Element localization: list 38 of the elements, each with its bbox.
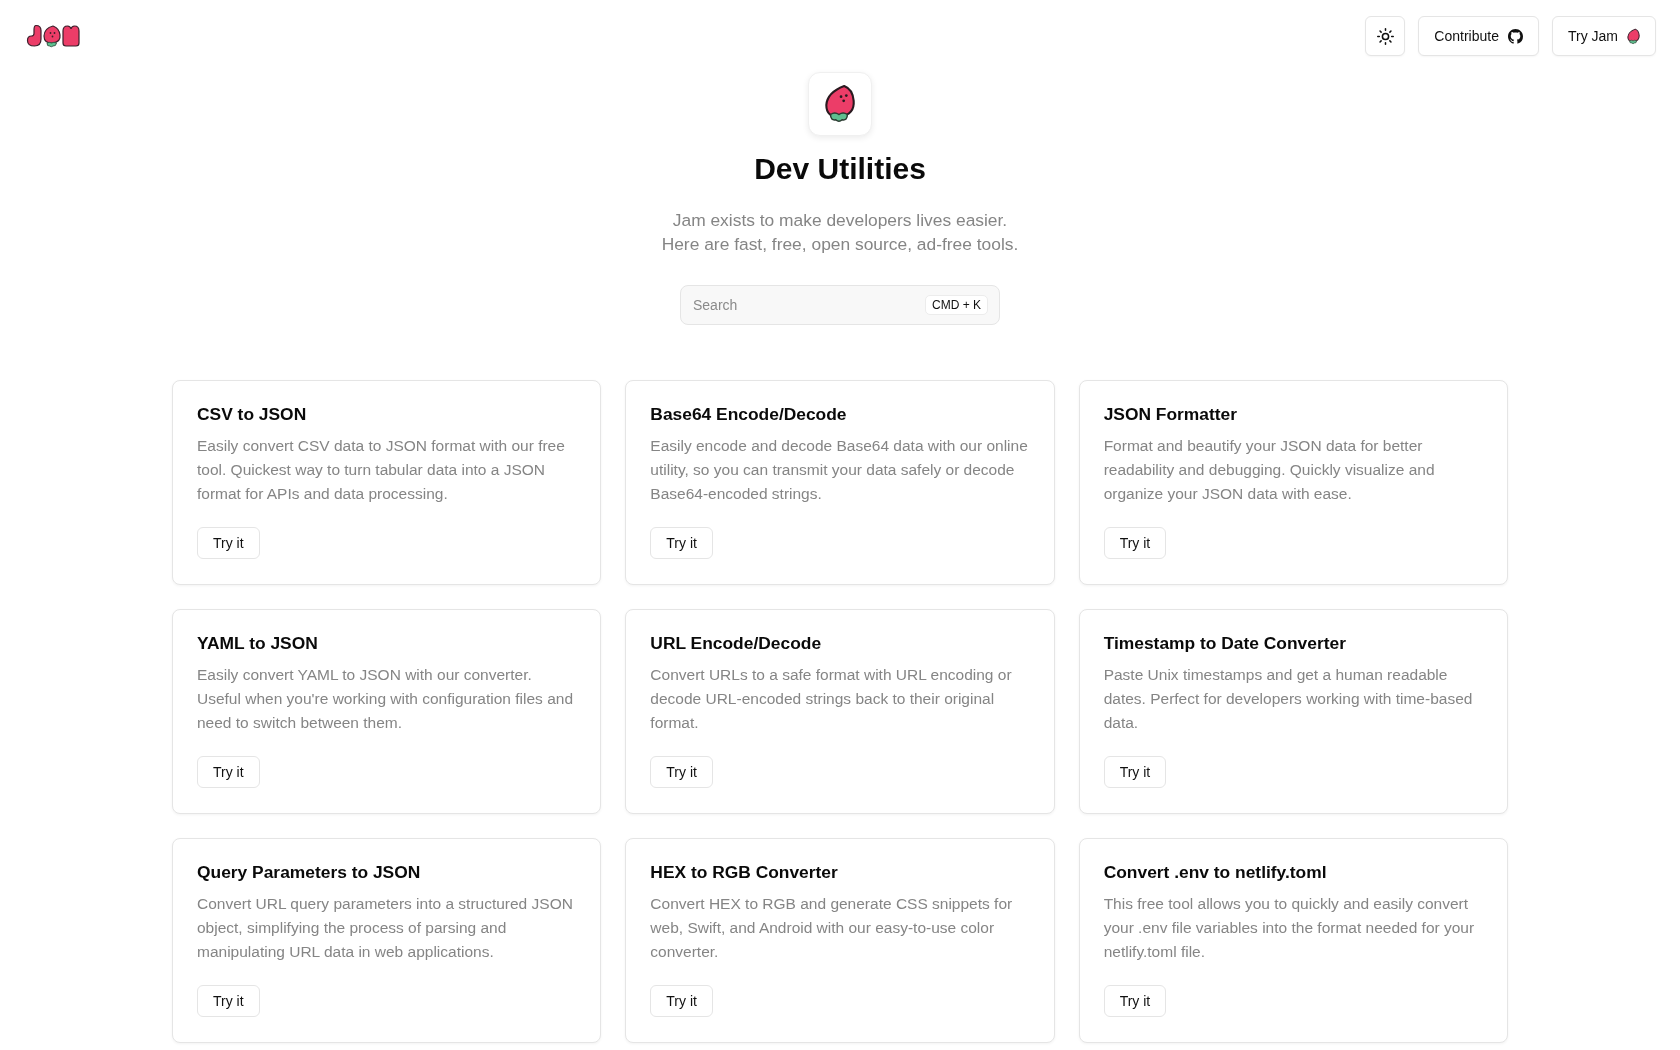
card-description: Convert URL query parameters into a structured JSON object, simplifying the process of parsing and manipulating URL data in web applications.	[197, 894, 574, 962]
try-it-button[interactable]: Try it	[650, 756, 713, 788]
try-it-button[interactable]: Try it	[650, 985, 713, 1017]
try-it-button[interactable]: Try it	[1103, 756, 1167, 788]
strawberry-icon	[1627, 27, 1640, 45]
try-jam-button[interactable]: Try Jam	[1551, 16, 1656, 56]
card-title: CSV to JSON	[197, 403, 307, 426]
card-description: Paste Unix timestamps and get a human readable dates. Perfect for developers working with time-based data.	[1103, 665, 1474, 733]
card-title: URL Encode/Decode	[650, 632, 822, 655]
try-it-button[interactable]: Try it	[1103, 527, 1167, 559]
try-it-button[interactable]: Try it	[650, 527, 713, 559]
strawberry-logo[interactable]	[26, 24, 80, 48]
card-description: Convert URLs to a safe format with URL encoding or decode URL-encoded strings back to their original format.	[650, 665, 1013, 733]
page-title: Dev Utilities	[754, 151, 926, 187]
card-description: Easily encode and decode Base64 data with our online utility, so you can transmit your data safely or decode Base64-encoded strings.	[650, 436, 1029, 504]
card-title: Base64 Encode/Decode	[650, 403, 847, 426]
card-title: HEX to RGB Converter	[650, 861, 838, 884]
card-title: JSON Formatter	[1103, 403, 1237, 426]
page-subtitle: Jam exists to make developers lives easier. Here are fast, free, open source, ad-free tools.	[661, 209, 1019, 256]
theme-toggle-button[interactable]	[1365, 16, 1406, 56]
card-title: Convert .env to netlify.toml	[1103, 861, 1327, 884]
strawberry-icon	[808, 72, 872, 136]
card-title: Query Parameters to JSON	[197, 861, 421, 884]
card-title: YAML to JSON	[197, 632, 318, 655]
card-description: Convert HEX to RGB and generate CSS snippets for web, Swift, and Android with our easy-to-use color converter.	[650, 894, 1014, 962]
try-it-button[interactable]: Try it	[197, 985, 260, 1017]
card-title: Timestamp to Date Converter	[1103, 632, 1346, 655]
github-icon	[1507, 28, 1523, 44]
card-description: Easily convert YAML to JSON with our converter. Useful when you're working with configuration files and need to switch between them.	[197, 665, 575, 733]
card-description: Easily convert CSV data to JSON format with our free tool. Quickest way to turn tabular data into a JSON format for APIs and data processing.	[197, 436, 566, 504]
try-it-button[interactable]: Try it	[1103, 985, 1167, 1017]
card-description: This free tool allows you to quickly and easily convert your .env file variables into the format needed for your netlify.toml file.	[1103, 894, 1476, 962]
keyboard-shortcut: CMD + K	[925, 295, 988, 315]
contribute-button[interactable]: Contribute	[1418, 16, 1539, 56]
card-description: Format and beautify your JSON data for better readability and debugging. Quickly visualize and organize your JSON data with ease.	[1103, 436, 1436, 504]
try-it-button[interactable]: Try it	[197, 527, 260, 559]
try-it-button[interactable]: Try it	[197, 756, 260, 788]
sun-icon	[1376, 27, 1394, 45]
